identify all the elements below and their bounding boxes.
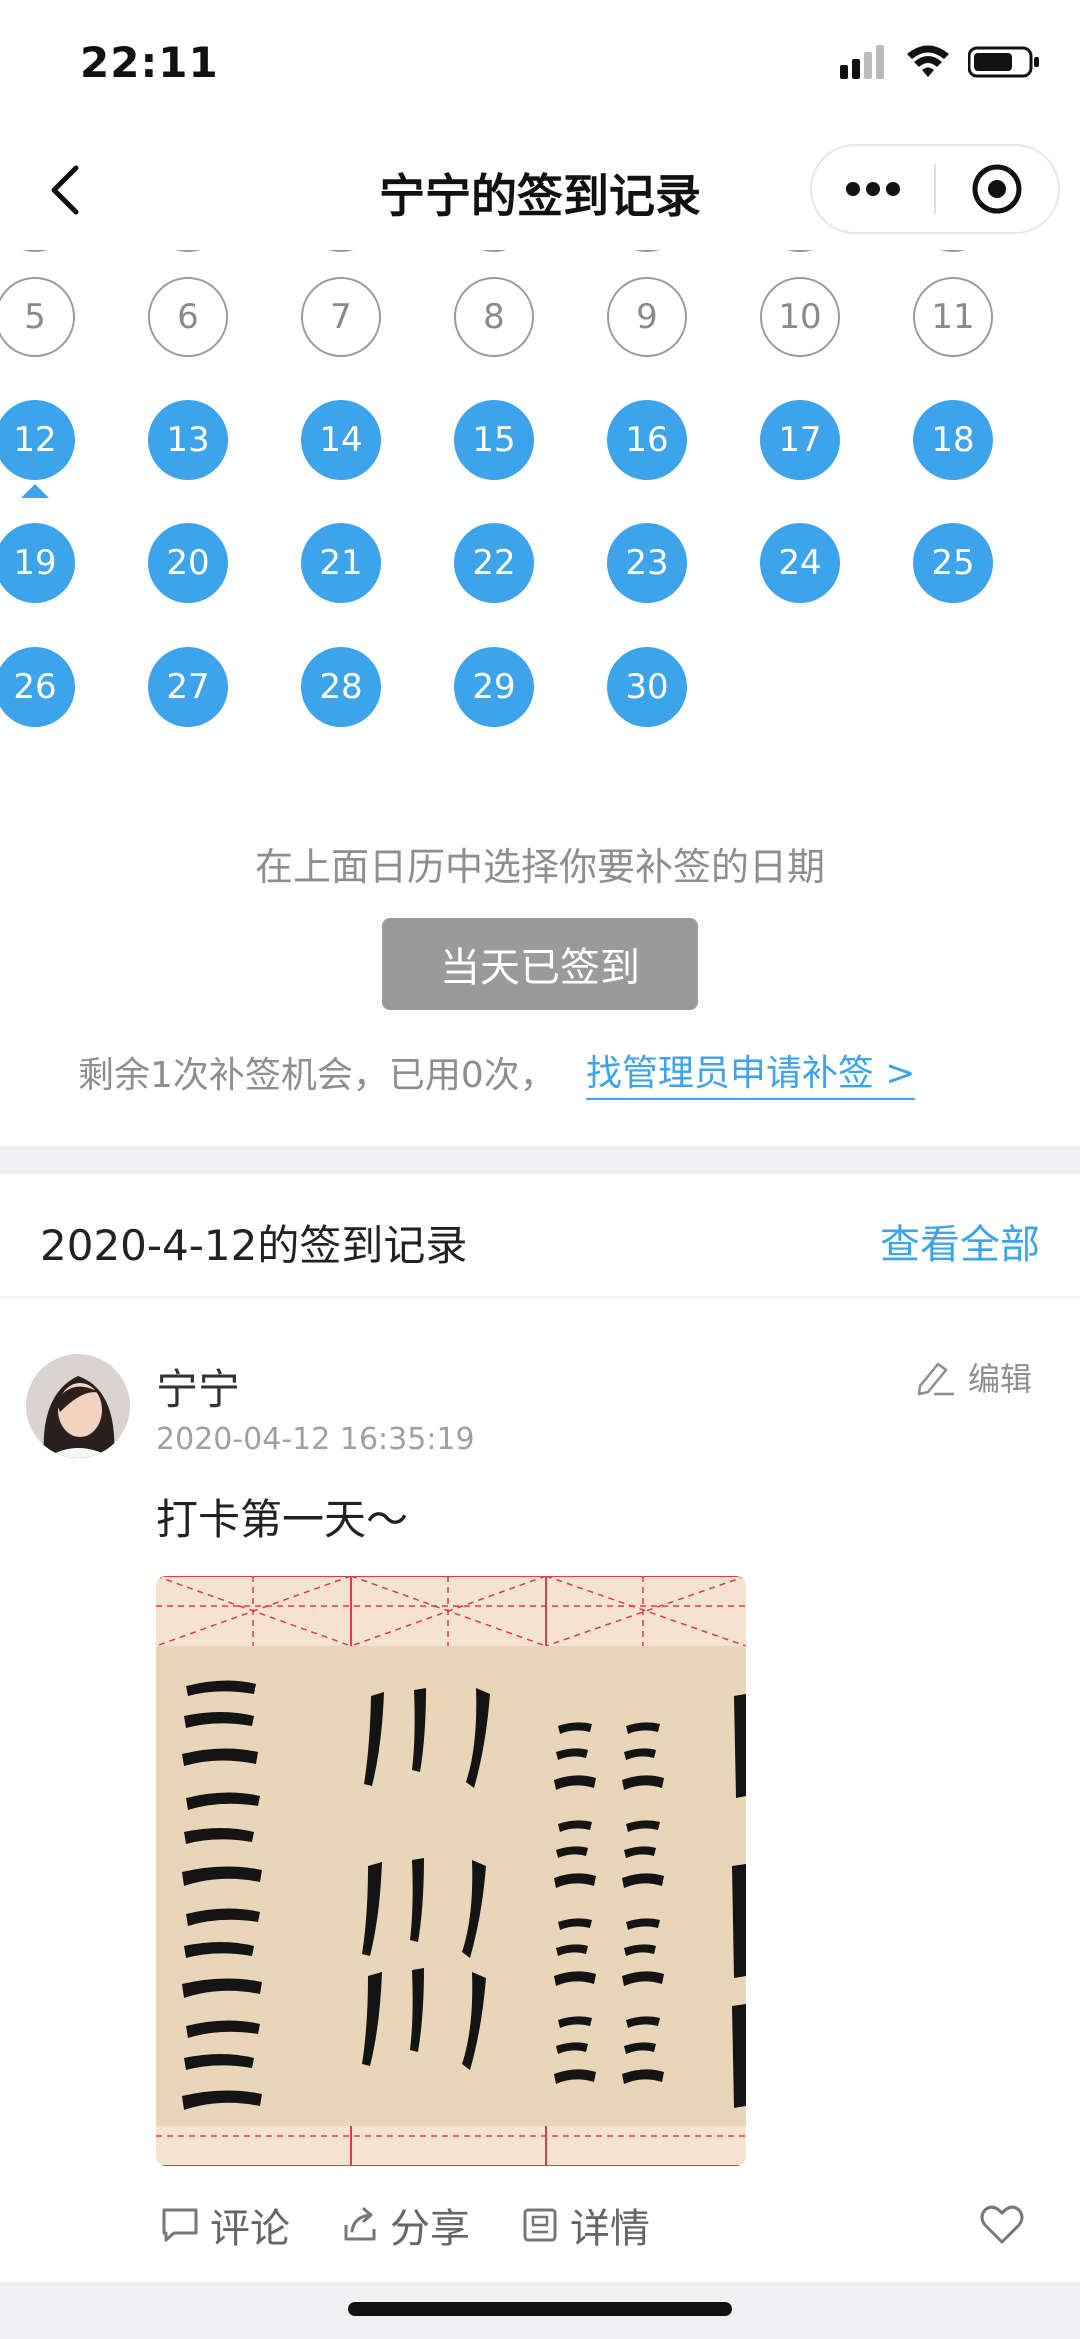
nav-bar: 宁宁的签到记录 (0, 130, 1080, 250)
post-author: 宁宁 (156, 1365, 241, 1414)
calendar-day-partial[interactable] (607, 250, 687, 252)
calendar-day-9[interactable]: 9 (607, 277, 687, 357)
calendar-day-partial[interactable] (760, 250, 840, 252)
makeup-hint: 在上面日历中选择你要补签的日期 (254, 845, 825, 889)
share-label: 分享 (390, 2206, 470, 2252)
comment-icon (162, 2208, 198, 2242)
calendar-day-30[interactable]: 30 (607, 647, 687, 727)
calendar: 5 6 7 8 9 10 11 12 13 14 15 16 17 18 19 20 21 22 23 24 25 26 2… (0, 250, 1080, 780)
comment-label: 评论 (210, 2206, 290, 2252)
record-title: 2020-4-12的签到记录 (40, 1221, 468, 1270)
view-all-link[interactable]: 查看全部 (880, 1212, 1040, 1270)
calendar-day-22[interactable]: 22 (454, 523, 534, 603)
calendar-day-8[interactable]: 8 (454, 277, 534, 357)
more-button[interactable] (812, 146, 934, 232)
avatar[interactable] (26, 1354, 130, 1458)
calendar-day-partial[interactable] (913, 250, 993, 252)
calendar-day-29[interactable]: 29 (454, 647, 534, 727)
makeup-remaining-text: 剩余1次补签机会，已用0次， (78, 1055, 556, 1096)
post-text: 打卡第一天～ (156, 1495, 409, 1544)
edit-label: 编辑 (967, 1360, 1032, 1398)
calendar-day-17[interactable]: 17 (760, 400, 840, 480)
share-icon (344, 2207, 376, 2241)
section-divider (0, 1146, 1080, 1174)
calendar-day-14[interactable]: 14 (301, 400, 381, 480)
apply-makeup-link[interactable]: 找管理员申请补签 > (585, 1044, 916, 1100)
target-icon (972, 164, 1022, 214)
calendar-day-5[interactable]: 5 (0, 277, 75, 357)
miniprogram-capsule (810, 144, 1060, 234)
calendar-day-6[interactable]: 6 (148, 277, 228, 357)
detail-label: 详情 (570, 2206, 650, 2252)
calendar-day-15[interactable]: 15 (454, 400, 534, 480)
post-image-calligraphy[interactable] (156, 1576, 746, 2166)
calendar-day-partial[interactable] (454, 250, 534, 252)
calendar-day-partial[interactable] (0, 250, 75, 252)
calendar-day-24[interactable]: 24 (760, 523, 840, 603)
post-timestamp: 2020-04-12 16:35:19 (156, 1422, 475, 1457)
home-indicator[interactable] (348, 2302, 732, 2316)
calendar-day-10[interactable]: 10 (760, 277, 840, 357)
calendar-day-25[interactable]: 25 (913, 523, 993, 603)
status-bar: 22:11 (0, 0, 1080, 130)
calendar-day-26[interactable]: 26 (0, 647, 75, 727)
calendar-day-12[interactable]: 12 (0, 400, 75, 480)
calendar-day-21[interactable]: 21 (301, 523, 381, 603)
detail-button[interactable]: 详情 (520, 2196, 650, 2254)
edit-button[interactable]: 编辑 (914, 1354, 1032, 1400)
calendar-day-partial[interactable] (301, 250, 381, 252)
status-time: 22:11 (80, 38, 219, 87)
post-actions: 评论 分享 详情 (160, 2196, 650, 2254)
share-button[interactable]: 分享 (340, 2196, 470, 2254)
calendar-day-7[interactable]: 7 (301, 277, 381, 357)
status-icons (840, 44, 1040, 84)
calendar-day-23[interactable]: 23 (607, 523, 687, 603)
detail-icon (523, 2208, 557, 2242)
record-header: 2020-4-12的签到记录 查看全部 (0, 1174, 1080, 1298)
calendar-day-27[interactable]: 27 (148, 647, 228, 727)
calendar-day-16[interactable]: 16 (607, 400, 687, 480)
calendar-day-13[interactable]: 13 (148, 400, 228, 480)
edit-pencil-icon (917, 1362, 954, 1396)
selected-day-marker (21, 484, 49, 498)
wifi-icon (906, 45, 950, 83)
calendar-day-18[interactable]: 18 (913, 400, 993, 480)
calendar-day-28[interactable]: 28 (301, 647, 381, 727)
comment-button[interactable]: 评论 (160, 2196, 290, 2254)
calendar-day-partial[interactable] (148, 250, 228, 252)
signed-today-button[interactable]: 当天已签到 (382, 918, 698, 1010)
calendar-day-20[interactable]: 20 (148, 523, 228, 603)
calendar-day-19[interactable]: 19 (0, 523, 75, 603)
makeup-remaining-row: 剩余1次补签机会，已用0次， 找管理员申请补签 > (78, 1044, 916, 1100)
signal-icon (840, 45, 888, 83)
close-miniprogram-button[interactable] (936, 146, 1058, 232)
like-button[interactable] (978, 2200, 1026, 2248)
heart-icon (980, 2205, 1024, 2244)
more-dots-icon (846, 182, 900, 196)
calendar-day-11[interactable]: 11 (913, 277, 993, 357)
battery-icon (967, 45, 1040, 83)
